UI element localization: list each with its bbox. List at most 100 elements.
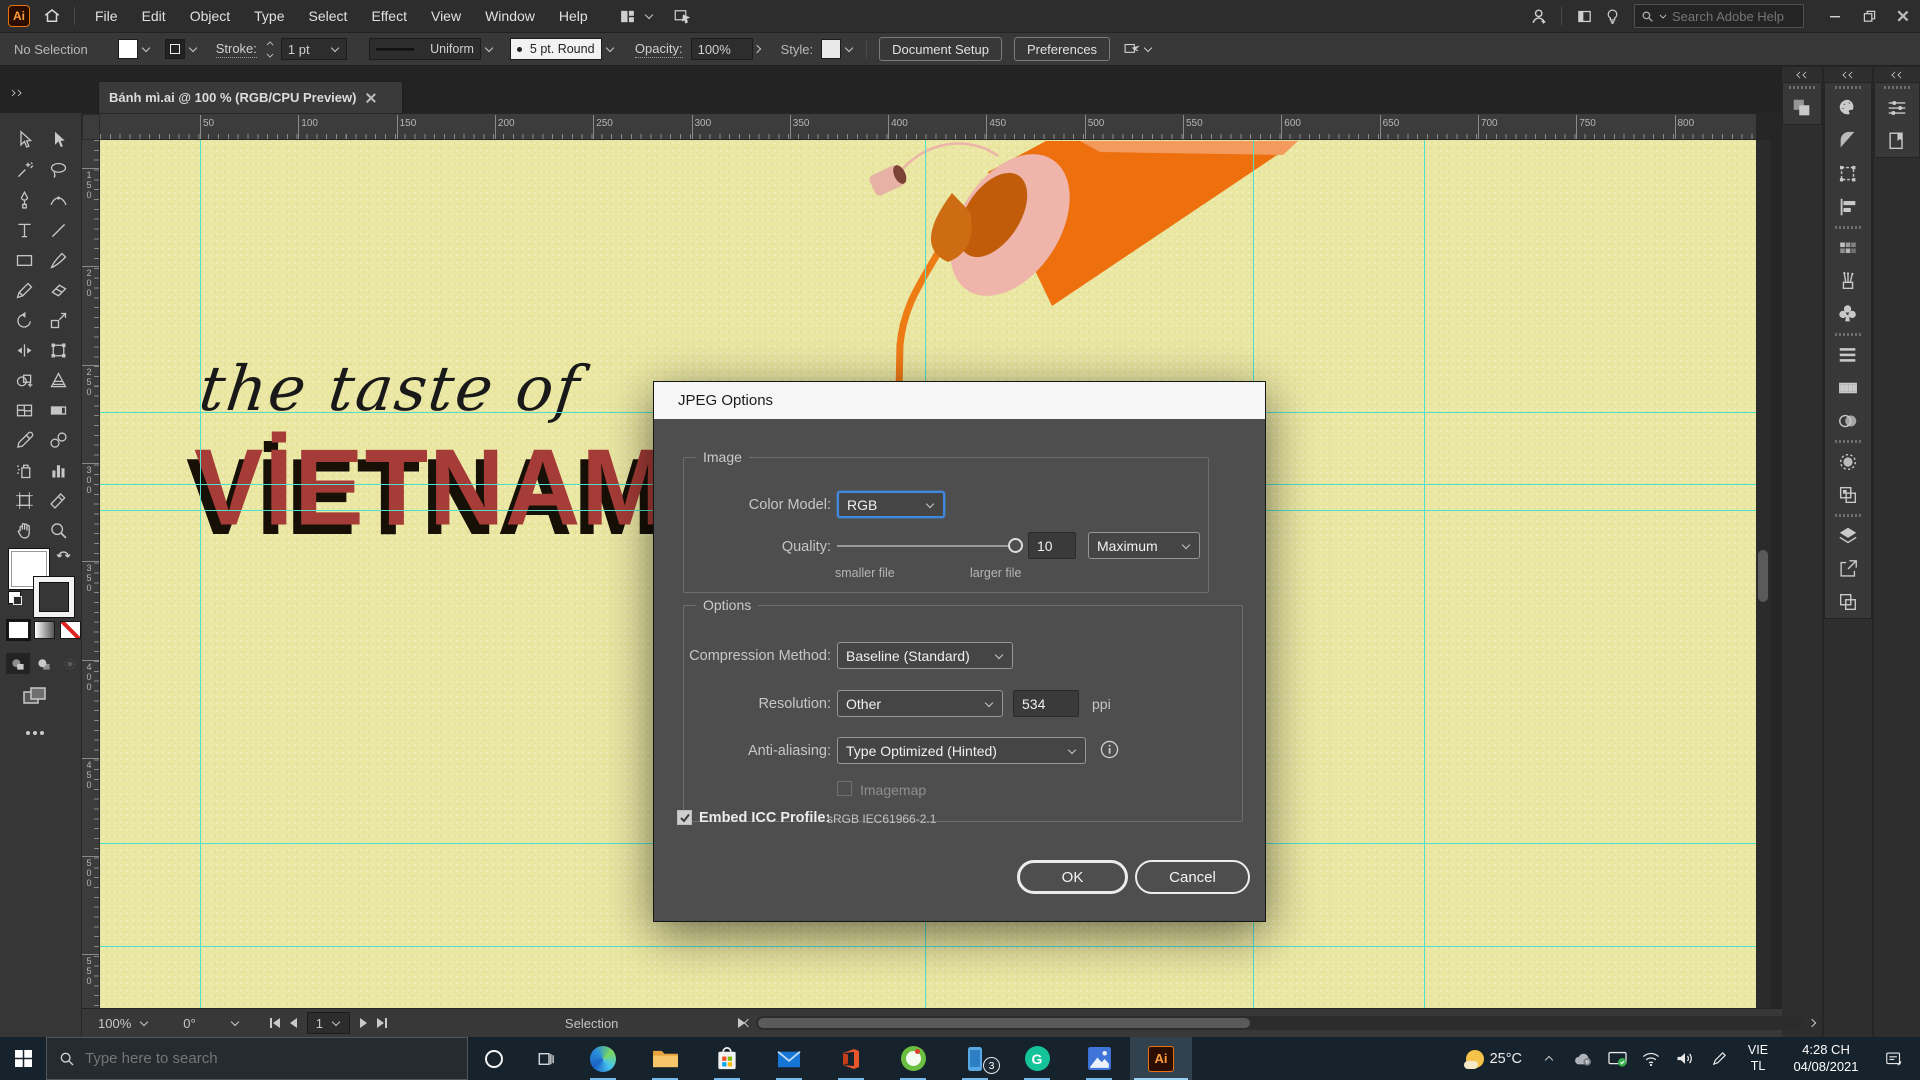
onedrive-icon[interactable] (1566, 1037, 1600, 1080)
weather-icon[interactable] (1460, 1037, 1490, 1080)
task-view-icon[interactable] (520, 1037, 572, 1080)
scroll-left-icon[interactable] (742, 1018, 752, 1028)
eyedropper-tool[interactable] (9, 425, 39, 455)
blend-tool[interactable] (43, 425, 73, 455)
embed-icc-checkbox[interactable] (677, 810, 692, 825)
menu-help[interactable]: Help (547, 0, 600, 33)
brushes-panel-icon[interactable] (1825, 264, 1871, 297)
menu-edit[interactable]: Edit (130, 0, 178, 33)
color-model-dropdown[interactable]: RGB (837, 491, 945, 518)
none-button[interactable] (60, 621, 81, 639)
graphic-styles-panel-icon[interactable] (1825, 478, 1871, 511)
quality-slider-track[interactable] (837, 545, 1015, 547)
preferences-button[interactable]: Preferences (1014, 37, 1110, 61)
menu-effect[interactable]: Effect (359, 0, 419, 33)
color-guide-panel-icon[interactable] (1825, 124, 1871, 157)
document-tab-close-icon[interactable] (366, 93, 376, 103)
column-graph-tool[interactable] (43, 455, 73, 485)
minimize-button[interactable] (1818, 0, 1852, 33)
symbol-sprayer-tool[interactable] (9, 455, 39, 485)
stroke-color-swatch[interactable] (165, 39, 185, 59)
opacity-panel-link[interactable]: Opacity: (635, 41, 683, 58)
dialog-title-bar[interactable]: JPEG Options (654, 382, 1265, 419)
document-tab[interactable]: Bánh mì.ai @ 100 % (RGB/CPU Preview) (98, 81, 403, 113)
workspace-layout-icon[interactable] (614, 3, 642, 29)
selection-tool[interactable] (9, 125, 39, 155)
pathfinder-panel-icon[interactable] (1783, 91, 1821, 124)
panel-grip[interactable] (1825, 511, 1871, 519)
menu-window[interactable]: Window (473, 0, 547, 33)
taskbar-grammarly-icon[interactable]: G (1006, 1037, 1068, 1080)
adobe-help-search[interactable] (1634, 4, 1804, 28)
vertical-ruler[interactable]: 150200250300350400450500550 (82, 140, 100, 1008)
export-panel-icon[interactable] (1825, 552, 1871, 585)
ok-button[interactable]: OK (1017, 860, 1128, 894)
panel-grip[interactable] (1825, 223, 1871, 231)
color-panel-icon[interactable] (1825, 91, 1871, 124)
curvature-tool[interactable] (43, 185, 73, 215)
stroke-color-chevron-icon[interactable] (188, 44, 198, 54)
scroll-right-icon[interactable] (1808, 1018, 1818, 1028)
rotate-tool[interactable] (9, 305, 39, 335)
dock-collapse-icon[interactable] (1874, 67, 1920, 82)
eraser-tool[interactable] (43, 275, 73, 305)
cortana-icon[interactable] (468, 1037, 520, 1080)
transparency-panel-icon[interactable] (1825, 404, 1871, 437)
start-button[interactable] (0, 1037, 46, 1080)
gradient-panel-icon[interactable] (1825, 371, 1871, 404)
taskbar-search[interactable] (46, 1037, 468, 1080)
magic-wand-tool[interactable] (9, 155, 39, 185)
next-artboard-icon[interactable] (360, 1018, 367, 1028)
pen-tool[interactable] (9, 185, 39, 215)
rectangle-tool[interactable] (9, 245, 39, 275)
shape-builder-tool[interactable] (9, 365, 39, 395)
vertical-scrollbar-thumb[interactable] (1758, 550, 1768, 602)
free-transform-tool[interactable] (43, 335, 73, 365)
perspective-grid-tool[interactable] (43, 365, 73, 395)
panel-grip[interactable] (1825, 330, 1871, 338)
color-button[interactable] (8, 621, 29, 639)
stroke-weight-stepper[interactable] (265, 39, 275, 60)
layers-panel-icon[interactable] (1825, 519, 1871, 552)
horizontal-ruler[interactable]: 5010015020025030035040045050055060065070… (100, 114, 1756, 140)
cancel-button[interactable]: Cancel (1135, 860, 1250, 894)
zoom-level-dropdown[interactable]: 100% (90, 1009, 157, 1037)
info-icon[interactable] (1100, 740, 1119, 759)
compression-method-dropdown[interactable]: Baseline (Standard) (837, 642, 1013, 669)
gradient-button[interactable] (34, 621, 55, 639)
toolbar-collapse-icon[interactable] (4, 85, 28, 100)
taskbar-search-input[interactable] (85, 1050, 455, 1067)
quality-slider-handle[interactable] (1008, 538, 1023, 553)
properties-panel-icon[interactable] (1875, 91, 1919, 124)
artboard-number-dropdown[interactable]: 1 (307, 1012, 350, 1034)
width-profile-dropdown[interactable]: Uniform (369, 38, 481, 60)
wifi-icon[interactable] (1634, 1037, 1668, 1080)
graphic-style-swatch[interactable] (821, 39, 841, 59)
type-tool[interactable] (9, 215, 39, 245)
resolution-dropdown[interactable]: Other (837, 690, 1003, 717)
swatches-panel-icon[interactable] (1825, 231, 1871, 264)
search-scope-chevron-icon[interactable] (1659, 12, 1667, 20)
stroke-weight-chevron-icon[interactable] (330, 44, 340, 54)
brush-definition-dropdown[interactable]: 5 pt. Round (510, 38, 602, 60)
artboard-tool[interactable] (9, 485, 39, 515)
taskbar-store-icon[interactable] (696, 1037, 758, 1080)
draw-normal-mode-button[interactable] (6, 653, 30, 674)
libraries-panel-icon[interactable] (1875, 124, 1919, 157)
zoom-tool[interactable] (43, 515, 73, 545)
first-artboard-icon[interactable] (270, 1018, 280, 1028)
quality-value-input[interactable] (1028, 532, 1076, 559)
taskbar-office-icon[interactable] (820, 1037, 882, 1080)
stroke-panel-link[interactable]: Stroke: (216, 41, 257, 58)
windows-ink-pen-icon[interactable] (1702, 1037, 1736, 1080)
last-artboard-icon[interactable] (377, 1018, 387, 1028)
width-profile-chevron-icon[interactable] (484, 44, 494, 54)
taskbar-coccoc-icon[interactable] (882, 1037, 944, 1080)
edit-toolbar-more-icon[interactable] (26, 731, 44, 735)
taskbar-file-explorer-icon[interactable] (634, 1037, 696, 1080)
slice-tool[interactable] (43, 485, 73, 515)
menu-select[interactable]: Select (297, 0, 360, 33)
scale-tool[interactable] (43, 305, 73, 335)
brush-definition-chevron-icon[interactable] (605, 44, 615, 54)
menu-type[interactable]: Type (242, 0, 296, 33)
